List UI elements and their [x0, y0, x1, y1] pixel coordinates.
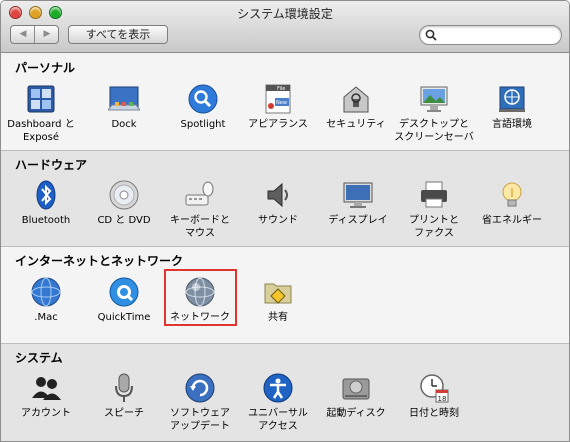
speech-icon: [115, 373, 133, 402]
sound-icon: [267, 182, 288, 208]
arrow-right-icon: ▶: [43, 29, 51, 39]
print-fax-icon: [421, 181, 447, 208]
pane-label: 省エネルギー: [482, 215, 542, 226]
calendar-day-text: 18: [438, 395, 447, 403]
pane-label: デスクトップと スクリーンセーバ: [394, 119, 474, 143]
pane-label: スピーチ: [104, 408, 144, 419]
security-icon: [343, 86, 369, 113]
appearance-file-text: File: [277, 86, 285, 92]
pane-label: .Mac: [34, 312, 58, 323]
selection-highlight: [164, 269, 237, 326]
bluetooth-icon: [36, 180, 56, 210]
pane-label: Dock: [111, 119, 137, 130]
dock-icon: [108, 86, 140, 111]
pane-label: アピアランス: [248, 119, 308, 130]
startup-disk-icon: [342, 378, 370, 400]
appearance-icon: File New: [265, 84, 291, 114]
toolbar: システム環境設定 ◀ ▶ すべてを表示: [1, 1, 569, 53]
quicktime-icon: [109, 277, 139, 307]
section-title-internet-network: インターネットとネットワーク: [15, 254, 184, 268]
pane-label: 言語環境: [492, 119, 532, 130]
back-forward-control: ◀ ▶: [10, 25, 59, 44]
pane-label: キーボードと マウス: [170, 215, 230, 239]
back-button[interactable]: ◀: [11, 26, 35, 43]
pane-label: 起動ディスク: [326, 408, 386, 419]
pane-label: アカウント: [21, 408, 71, 419]
pane-label: プリントと ファクス: [409, 215, 459, 239]
show-all-button[interactable]: すべてを表示: [68, 25, 168, 44]
pane-label: ユニバーサル アクセス: [248, 408, 308, 432]
spotlight-icon: [188, 84, 218, 114]
section-title-personal: パーソナル: [15, 61, 76, 75]
section-title-hardware: ハードウェア: [15, 158, 88, 172]
pane-label: 日付と時刻: [409, 408, 459, 419]
keyboard-mouse-icon: [185, 181, 214, 206]
date-time-icon: 18: [420, 374, 449, 403]
pane-label: Bluetooth: [21, 215, 71, 226]
displays-icon: [343, 182, 373, 208]
search-icon: [425, 29, 437, 41]
pane-label: 共有: [268, 312, 288, 323]
pane-label: ディスプレイ: [328, 215, 388, 226]
accounts-icon: [32, 377, 61, 400]
forward-button[interactable]: ▶: [35, 26, 59, 43]
international-icon: [499, 86, 525, 112]
system-preferences-window: システム環境設定 ◀ ▶ すべてを表示 パーソナル ハードウェア インターネット…: [0, 0, 570, 442]
search-field[interactable]: [419, 25, 562, 45]
sharing-icon: [264, 283, 292, 304]
dotmac-icon: [31, 277, 61, 307]
energy-saver-icon: [502, 182, 522, 207]
software-update-icon: [185, 373, 215, 403]
section-title-system: システム: [15, 351, 63, 365]
pane-label: セキュリティ: [326, 119, 386, 130]
pane-label: Spotlight: [180, 119, 226, 130]
pane-label: QuickTime: [97, 312, 151, 323]
pane-label: サウンド: [258, 215, 298, 226]
arrow-left-icon: ◀: [19, 29, 27, 39]
pane-label: ソフトウェア アップデート: [170, 408, 230, 432]
desktop-screensaver-icon: [420, 86, 448, 112]
pane-label: Dashboard と Exposé: [7, 119, 75, 143]
window-title: システム環境設定: [237, 7, 333, 21]
cd-dvd-icon: [109, 180, 139, 210]
appearance-new-text: New: [276, 100, 287, 106]
dashboard-expose-icon: [27, 85, 55, 113]
pane-label: CD と DVD: [97, 215, 151, 226]
universal-access-icon: [263, 373, 293, 403]
